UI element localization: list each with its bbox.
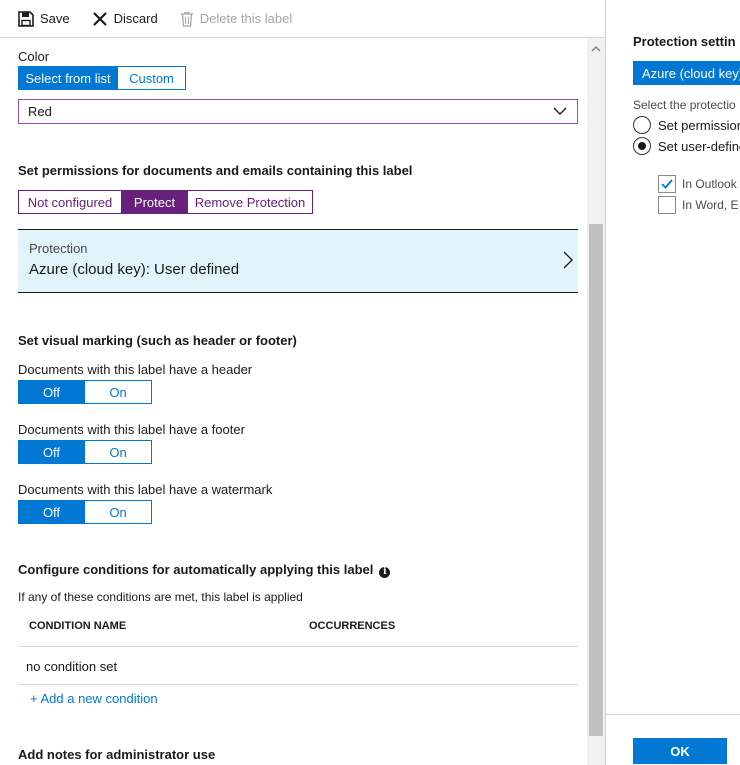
checkbox-box xyxy=(658,196,676,214)
save-icon xyxy=(18,10,34,27)
scrollbar-thumb[interactable] xyxy=(589,224,603,736)
close-icon xyxy=(92,11,107,26)
empty-condition-text: no condition set xyxy=(26,659,118,674)
protection-type-option[interactable]: Azure (cloud key) xyxy=(633,61,740,85)
watermark-label: Documents with this label have a waterma… xyxy=(18,482,273,497)
protection-mode-toggle: Not configured Protect Remove Protection xyxy=(18,190,313,214)
visual-marking-title: Set visual marking (such as header or fo… xyxy=(18,333,297,348)
save-button[interactable]: Save xyxy=(18,10,70,27)
color-label: Color xyxy=(18,49,50,64)
conditions-table-header: CONDITION NAME OCCURRENCES xyxy=(18,609,578,647)
footer-on-option[interactable]: On xyxy=(85,440,152,464)
checkbox-box xyxy=(658,175,676,193)
select-from-list-option[interactable]: Select from list xyxy=(18,66,118,90)
protection-row-label: Protection xyxy=(29,241,88,256)
header-label: Documents with this label have a header xyxy=(18,362,253,377)
checkmark-icon xyxy=(661,179,673,189)
protection-settings-title: Protection settin xyxy=(633,34,736,49)
save-label: Save xyxy=(40,11,70,26)
delete-label-text: Delete this label xyxy=(199,11,293,26)
permissions-title: Set permissions for documents and emails… xyxy=(18,163,413,178)
watermark-on-option[interactable]: On xyxy=(85,500,152,524)
color-dropdown-value: Red xyxy=(28,104,52,119)
watermark-off-option[interactable]: Off xyxy=(18,500,85,524)
color-mode-toggle: Select from list Custom xyxy=(18,66,186,90)
in-outlook-label: In Outlook xyxy=(682,177,737,191)
vertical-scrollbar[interactable] xyxy=(587,38,605,765)
protection-row-value: Azure (cloud key): User defined xyxy=(29,261,240,278)
discard-button[interactable]: Discard xyxy=(92,11,158,27)
ok-button[interactable]: OK xyxy=(633,738,727,764)
notes-title: Add notes for administrator use xyxy=(18,747,216,762)
condition-name-column: CONDITION NAME xyxy=(29,620,127,632)
label-edit-blade: Save Discard Delete this label Color Sel… xyxy=(0,0,606,765)
delete-label-button[interactable]: Delete this label xyxy=(180,11,293,27)
footer-off-option[interactable]: Off xyxy=(18,440,85,464)
color-dropdown[interactable]: Red xyxy=(18,99,578,124)
info-icon[interactable]: i xyxy=(379,567,391,578)
remove-protection-option[interactable]: Remove Protection xyxy=(188,190,313,214)
radio-circle-checked xyxy=(633,137,651,155)
not-configured-option[interactable]: Not configured xyxy=(18,190,122,214)
chevron-up-icon xyxy=(591,45,601,51)
set-user-defined-label: Set user-define xyxy=(658,138,740,154)
custom-option[interactable]: Custom xyxy=(118,66,186,90)
table-row: no condition set xyxy=(18,648,578,685)
footer-label: Documents with this label have a footer xyxy=(18,422,245,437)
trash-icon xyxy=(180,11,193,27)
in-outlook-checkbox[interactable]: In Outlook xyxy=(658,175,737,193)
in-word-label: In Word, E xyxy=(682,198,739,212)
conditions-title-text: Configure conditions for automatically a… xyxy=(18,562,374,577)
set-permissions-radio[interactable]: Set permission xyxy=(633,116,740,134)
scroll-up-arrow[interactable] xyxy=(587,38,605,58)
set-user-defined-radio[interactable]: Set user-define xyxy=(633,137,740,155)
protect-option[interactable]: Protect xyxy=(122,190,188,214)
conditions-title: Configure conditions for automatically a… xyxy=(18,562,391,578)
occurrences-column: OCCURRENCES xyxy=(309,620,396,632)
protection-settings-blade: Protection settin Azure (cloud key) Sele… xyxy=(606,0,740,765)
command-bar: Save Discard Delete this label xyxy=(0,0,605,38)
discard-label: Discard xyxy=(113,11,158,26)
header-on-option[interactable]: On xyxy=(85,380,152,404)
header-off-option[interactable]: Off xyxy=(18,380,85,404)
watermark-toggle: Off On xyxy=(18,500,152,524)
protection-settings-row[interactable]: Protection Azure (cloud key): User defin… xyxy=(18,229,578,293)
in-word-checkbox[interactable]: In Word, E xyxy=(658,196,738,214)
footer-toggle: Off On xyxy=(18,440,152,464)
blade-footer: OK xyxy=(606,714,740,765)
radio-circle xyxy=(633,116,651,134)
protection-prompt: Select the protectio xyxy=(633,98,736,112)
chevron-down-icon xyxy=(553,107,567,115)
chevron-right-icon xyxy=(563,251,573,269)
add-condition-link[interactable]: + Add a new condition xyxy=(30,691,158,706)
set-permissions-label: Set permission xyxy=(658,117,740,133)
header-toggle: Off On xyxy=(18,380,152,404)
conditions-subtitle: If any of these conditions are met, this… xyxy=(18,590,303,604)
